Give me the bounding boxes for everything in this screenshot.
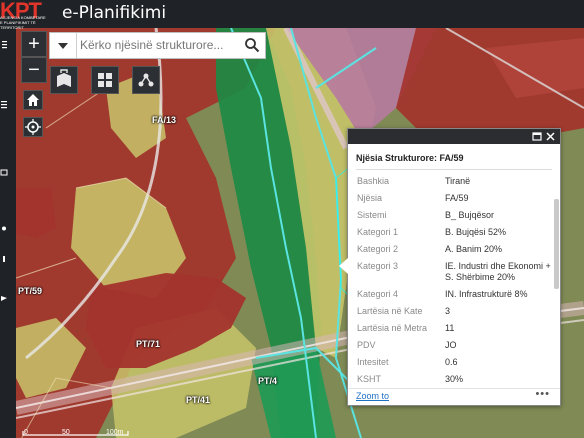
attribute-row: PDV JO [348,337,553,354]
attribute-value: B. Bujqësi 52% [445,227,507,237]
attribute-key: PDV [357,340,376,350]
attribute-value: Tiranë [445,176,471,186]
popup-footer: Zoom to ••• [348,388,560,405]
zoom-in-button[interactable]: + [21,31,47,57]
attribute-value: B_ Bujqësor [445,210,495,220]
attribute-value: 0.6 [445,357,458,367]
attribute-row: Kategori 2 A. Banim 20% [348,241,553,258]
grid-tool-button[interactable] [91,66,119,94]
scale-label: 50 [62,429,70,436]
sidebar-layers-icon[interactable] [0,294,8,303]
map-layers-icon [57,69,71,87]
share-tool-button[interactable] [132,66,160,94]
zoom-out-button[interactable]: − [21,57,47,83]
attribute-value: 11 [445,323,455,333]
attribute-value: JO [445,340,457,350]
popup-scrollbar[interactable] [554,199,559,289]
attribute-value: IN. Infrastrukturë 8% [445,289,528,299]
app-header: KPT AGJENCIA KOMBËTARE E PLANIFIKIMIT TË… [0,0,584,30]
attribute-row: Lartësia në Metra 11 [348,320,553,337]
search-icon[interactable] [243,36,261,54]
sidebar-list-icon[interactable] [0,100,8,109]
scale-label: 100m [106,429,124,436]
home-icon [27,94,39,106]
attribute-key: Kategori 2 [357,244,399,254]
grid-icon [98,73,112,87]
map-label: PT/41 [186,395,211,405]
attribute-key: Njësia [357,193,383,203]
attribute-row: KSHT 30% [348,371,553,388]
attribute-key: Kategori 3 [357,261,399,271]
search-source-dropdown[interactable] [50,33,77,58]
sidebar-info-icon[interactable] [0,254,8,263]
sidebar-print-icon[interactable] [0,168,8,177]
share-icon [138,73,154,87]
home-button[interactable] [23,90,43,110]
map-label: FA/13 [152,115,177,125]
attribute-row: Intesitet 0.6 [348,354,553,371]
attribute-row: Kategori 3 IE. Industri dhe Ekonomi + S. … [348,258,553,286]
attribute-key: Kategori 4 [357,289,399,299]
scale-label: 0 [24,429,28,436]
close-icon[interactable] [546,132,555,141]
popup-title: Njësia Strukturore: FA/59 [356,153,464,163]
popup-divider [356,169,552,170]
sidebar-menu-icon[interactable] [0,40,8,49]
attribute-row: Kategori 4 IN. Infrastrukturë 8% [348,286,553,303]
search-bar [49,32,266,59]
popup-pointer [339,258,348,274]
attribute-value: A. Banim 20% [445,244,503,254]
attribute-key: Kategori 1 [357,227,399,237]
map-label: PT/71 [136,339,161,349]
attribute-key: Lartësia në Kate [357,306,423,316]
attribute-row: Lartësia në Kate 3 [348,303,553,320]
attribute-row: Sistemi B_ Bujqësor [348,207,553,224]
map-label: PT/59 [18,286,43,296]
attribute-key: Bashkia [357,176,390,186]
kpt-logo[interactable]: KPT AGJENCIA KOMBËTARE E PLANIFIKIMIT TË… [0,0,46,30]
popup-titlebar [348,129,560,144]
attribute-table: Bashkia Tiranë Njësia FA/59 Sistemi B_ Bujq… [348,173,553,393]
attribute-key: Lartësia në Metra [357,323,428,333]
locate-button[interactable] [23,117,43,137]
search-input[interactable] [80,35,240,55]
left-sidebar [0,28,16,438]
feature-popup: Njësia Strukturore: FA/59 Bashkia Tiranë … [347,128,561,406]
attribute-key: KSHT [357,374,382,384]
attribute-row: Njësia FA/59 [348,190,553,207]
attribute-key: Intesitet [357,357,389,367]
attribute-value: IE. Industri dhe Ekonomi + S. Shërbime 2… [445,261,551,282]
attribute-key: Sistemi [357,210,387,220]
map-label: PT/4 [258,376,278,386]
locate-icon [25,119,41,135]
attribute-value: 30% [445,374,464,384]
basemap-tool-button[interactable] [50,66,78,94]
scale-bar: 0 50 100m [22,429,130,438]
sidebar-measure-icon[interactable] [0,224,8,233]
more-actions-icon[interactable]: ••• [535,388,550,400]
attribute-value: 3 [445,306,451,316]
maximize-icon[interactable] [532,132,542,141]
attribute-value: FA/59 [445,193,469,203]
chevron-down-icon [58,43,68,49]
attribute-row: Bashkia Tiranë [348,173,553,190]
app-title: e-Planifikimi [62,3,167,23]
logo-subtitle: AGJENCIA KOMBËTARE E PLANIFIKIMIT TË TER… [0,15,46,30]
zoom-to-link[interactable]: Zoom to [356,391,389,401]
attribute-row: Kategori 1 B. Bujqësi 52% [348,224,553,241]
